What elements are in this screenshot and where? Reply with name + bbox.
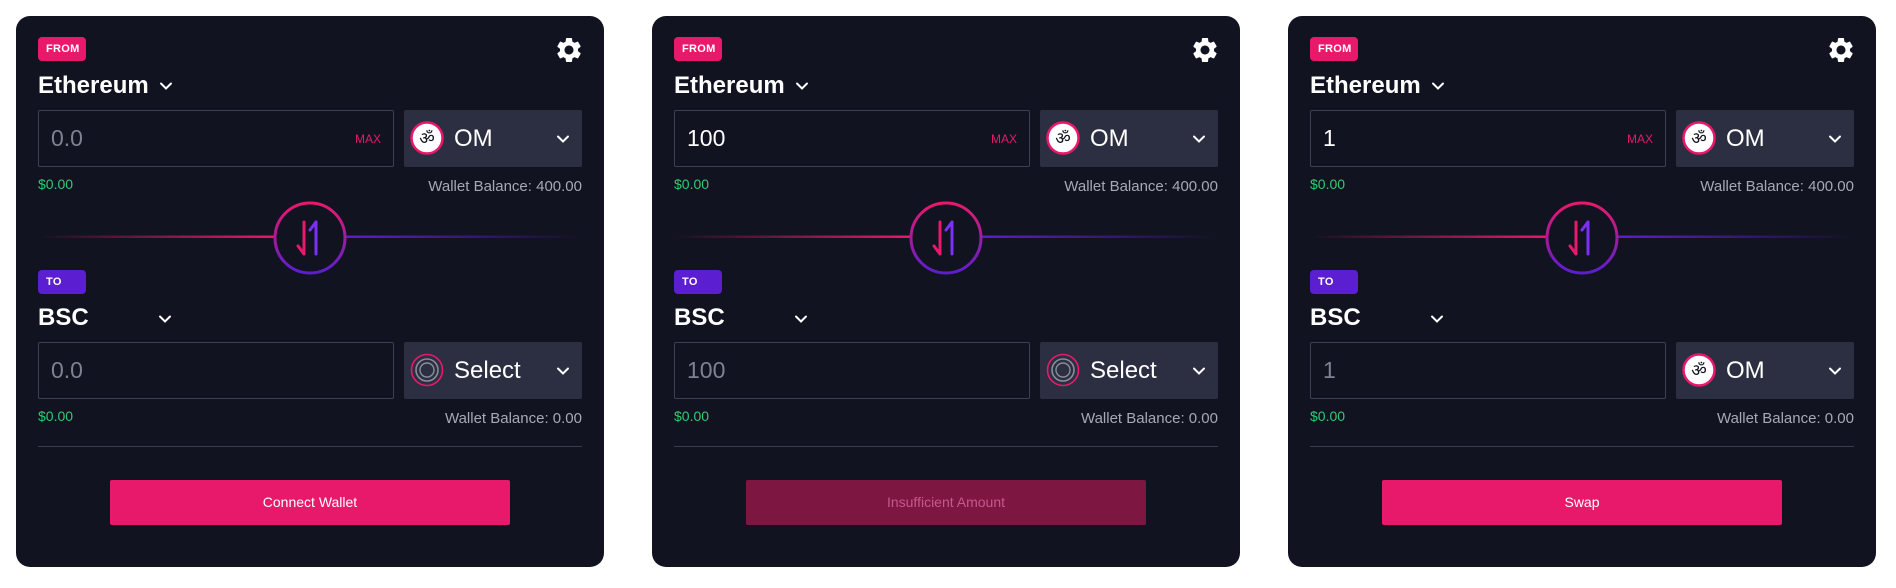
chevron-down-icon: [1193, 135, 1205, 143]
to-amount-value: 1: [1323, 357, 1336, 383]
from-network-selector[interactable]: Ethereum: [38, 72, 173, 100]
from-wallet-balance: Wallet Balance: 400.00: [1064, 178, 1218, 195]
from-amount-value: 100: [687, 125, 726, 151]
from-amount-input[interactable]: 1 MAX: [1310, 110, 1666, 167]
from-badge: FROM: [1310, 37, 1358, 61]
to-badge: TO: [1310, 270, 1358, 294]
to-token-selector[interactable]: Select: [1040, 342, 1218, 399]
from-network-selector[interactable]: Ethereum: [1310, 72, 1445, 100]
to-network-label: BSC: [674, 304, 725, 331]
to-wallet-balance: Wallet Balance: 0.00: [1716, 410, 1854, 427]
to-badge: TO: [38, 270, 86, 294]
chevron-down-icon: [159, 315, 171, 323]
to-token-label: OM: [1726, 357, 1765, 384]
om-token-icon: ॐ: [1046, 121, 1080, 155]
max-button[interactable]: MAX: [1627, 132, 1653, 146]
to-usd-value: $0.00: [1310, 408, 1346, 424]
chevron-down-icon: [1829, 367, 1841, 375]
to-network-label: BSC: [38, 304, 89, 331]
from-usd-value: $0.00: [674, 176, 710, 192]
to-wallet-balance: Wallet Balance: 0.00: [1080, 410, 1218, 427]
from-token-label: OM: [454, 125, 493, 152]
om-token-icon: ॐ: [1682, 121, 1716, 155]
swap-arrows-icon[interactable]: [908, 200, 984, 276]
chevron-down-icon: [159, 82, 172, 90]
from-token-selector[interactable]: ॐ OM: [1676, 110, 1854, 167]
from-network-selector[interactable]: Ethereum: [674, 72, 809, 100]
gear-icon[interactable]: [1190, 35, 1220, 65]
to-amount-input[interactable]: 1: [1310, 342, 1666, 399]
from-amount-input[interactable]: 100 MAX: [674, 110, 1030, 167]
to-amount-value: 100: [687, 357, 726, 383]
to-token-selector[interactable]: Select: [404, 342, 582, 399]
to-network-selector[interactable]: BSC: [674, 304, 814, 332]
from-wallet-balance: Wallet Balance: 400.00: [428, 178, 582, 195]
svg-text:ॐ: ॐ: [1055, 129, 1071, 149]
to-token-label: Select: [454, 357, 521, 384]
from-token-label: OM: [1090, 125, 1129, 152]
from-usd-value: $0.00: [1310, 176, 1346, 192]
from-token-selector[interactable]: ॐ OM: [1040, 110, 1218, 167]
chevron-down-icon: [1431, 82, 1444, 90]
from-token-label: OM: [1726, 125, 1765, 152]
to-amount-value: 0.0: [51, 357, 83, 383]
divider: [38, 446, 582, 447]
divider: [1310, 446, 1854, 447]
chevron-down-icon: [557, 367, 569, 375]
from-amount-value: 0.0: [51, 125, 83, 151]
divider: [674, 446, 1218, 447]
to-amount-input[interactable]: 0.0: [38, 342, 394, 399]
to-network-selector[interactable]: BSC: [1310, 304, 1450, 332]
to-token-label: Select: [1090, 357, 1157, 384]
from-wallet-balance: Wallet Balance: 400.00: [1700, 178, 1854, 195]
to-usd-value: $0.00: [38, 408, 74, 424]
bridge-card: FROM Ethereum 1 MAX ॐ OM $0.00 Wallet Ba…: [1288, 16, 1876, 567]
max-button[interactable]: MAX: [355, 132, 381, 146]
gear-icon[interactable]: [1826, 35, 1856, 65]
from-token-selector[interactable]: ॐ OM: [404, 110, 582, 167]
chevron-down-icon: [557, 135, 569, 143]
action-button[interactable]: Swap: [1382, 480, 1782, 525]
to-token-selector[interactable]: ॐ OM: [1676, 342, 1854, 399]
from-badge: FROM: [38, 37, 86, 61]
to-usd-value: $0.00: [674, 408, 710, 424]
chevron-down-icon: [1193, 367, 1205, 375]
svg-text:ॐ: ॐ: [419, 129, 435, 149]
from-amount-value: 1: [1323, 125, 1336, 151]
bridge-card: FROM Ethereum 100 MAX ॐ OM $0.00 Wallet …: [652, 16, 1240, 567]
om-token-icon: ॐ: [1682, 353, 1716, 387]
placeholder-token-icon: [410, 353, 444, 387]
from-amount-input[interactable]: 0.0 MAX: [38, 110, 394, 167]
to-amount-input[interactable]: 100: [674, 342, 1030, 399]
action-button[interactable]: Insufficient Amount: [746, 480, 1146, 525]
chevron-down-icon: [795, 315, 807, 323]
to-network-selector[interactable]: BSC: [38, 304, 178, 332]
svg-text:ॐ: ॐ: [1691, 129, 1707, 149]
from-badge: FROM: [674, 37, 722, 61]
max-button[interactable]: MAX: [991, 132, 1017, 146]
from-network-label: Ethereum: [1310, 72, 1421, 99]
to-badge: TO: [674, 270, 722, 294]
action-button[interactable]: Connect Wallet: [110, 480, 510, 525]
placeholder-token-icon: [1046, 353, 1080, 387]
bridge-card: FROM Ethereum 0.0 MAX ॐ OM $0.00 Wallet …: [16, 16, 604, 567]
to-network-label: BSC: [1310, 304, 1361, 331]
from-network-label: Ethereum: [38, 72, 149, 99]
swap-arrows-icon[interactable]: [272, 200, 348, 276]
chevron-down-icon: [795, 82, 808, 90]
to-wallet-balance: Wallet Balance: 0.00: [444, 410, 582, 427]
svg-text:ॐ: ॐ: [1691, 361, 1707, 381]
om-token-icon: ॐ: [410, 121, 444, 155]
chevron-down-icon: [1431, 315, 1443, 323]
gear-icon[interactable]: [554, 35, 584, 65]
from-network-label: Ethereum: [674, 72, 785, 99]
swap-arrows-icon[interactable]: [1544, 200, 1620, 276]
from-usd-value: $0.00: [38, 176, 74, 192]
chevron-down-icon: [1829, 135, 1841, 143]
